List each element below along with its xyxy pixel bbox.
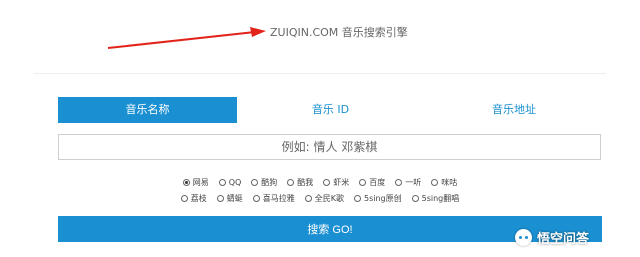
source-label: 百度 [369,177,386,187]
tab-music-name[interactable]: 音乐名称 [58,97,237,123]
source-label: 全民K歌 [314,193,344,203]
radio-icon [180,194,188,202]
radio-icon [218,178,226,186]
watermark-text: 悟空问答 [537,231,590,247]
radio-icon [287,178,295,186]
source-label: 喜马拉雅 [262,193,295,203]
source-label: QQ [228,177,242,187]
source-option-netease[interactable]: 网易 [182,177,209,188]
radio-icon [353,194,361,202]
source-label: 一听 [405,177,422,187]
source-label: 蜻蜓 [226,193,243,203]
source-option-xiami[interactable]: 虾米 [323,177,349,188]
source-label: 酷我 [297,177,314,187]
radio-icon [216,194,224,202]
radio-icon [411,194,419,202]
source-label: 咪咕 [441,177,458,187]
source-option-1ting[interactable]: 一听 [395,177,421,188]
source-options-row-2: 荔枝 蜻蜓 喜马拉雅 全民K歌 5sing原创 5sing翻唱 [0,192,640,204]
source-option-qq[interactable]: QQ [218,177,242,187]
tab-music-url[interactable]: 音乐地址 [424,97,604,123]
radio-icon [323,178,331,186]
source-option-qingting[interactable]: 蜻蜓 [216,193,243,204]
source-label: 5sing翻唱 [421,193,460,203]
radio-icon [251,178,259,186]
source-option-5sing-original[interactable]: 5sing原创 [353,193,402,204]
source-label: 5sing原创 [363,193,402,203]
site-title: ZUIQIN.COM 音乐搜索引擎 [270,26,408,39]
radio-icon [431,178,439,186]
radio-icon [395,178,403,186]
source-option-lizhi[interactable]: 荔枝 [180,193,207,204]
source-option-ximalaya[interactable]: 喜马拉雅 [252,193,295,204]
radio-icon [252,194,260,202]
source-option-baidu[interactable]: 百度 [359,177,385,188]
source-option-migu[interactable]: 咪咕 [431,177,457,188]
search-input[interactable] [58,134,601,160]
source-option-kugou[interactable]: 酷狗 [251,177,277,188]
source-label: 荔枝 [190,193,207,203]
tab-music-id[interactable]: 音乐 ID [241,97,420,123]
radio-icon [304,194,312,202]
radio-checked-icon [182,178,190,186]
watermark: 悟空问答 [515,224,589,250]
source-option-kge[interactable]: 全民K歌 [304,193,344,204]
header-divider [34,73,606,74]
source-label: 网易 [192,177,209,187]
source-option-5sing-cover[interactable]: 5sing翻唱 [411,193,460,204]
source-options-row-1: 网易 QQ 酷狗 酷我 虾米 百度 一听 咪咕 [0,176,640,188]
source-option-kuwo[interactable]: 酷我 [287,177,313,188]
source-label: 酷狗 [261,177,278,187]
wukong-logo-icon [515,228,532,246]
source-label: 虾米 [333,177,350,187]
search-mode-tabs: 音乐名称 音乐 ID 音乐地址 [58,97,604,123]
radio-icon [359,178,367,186]
